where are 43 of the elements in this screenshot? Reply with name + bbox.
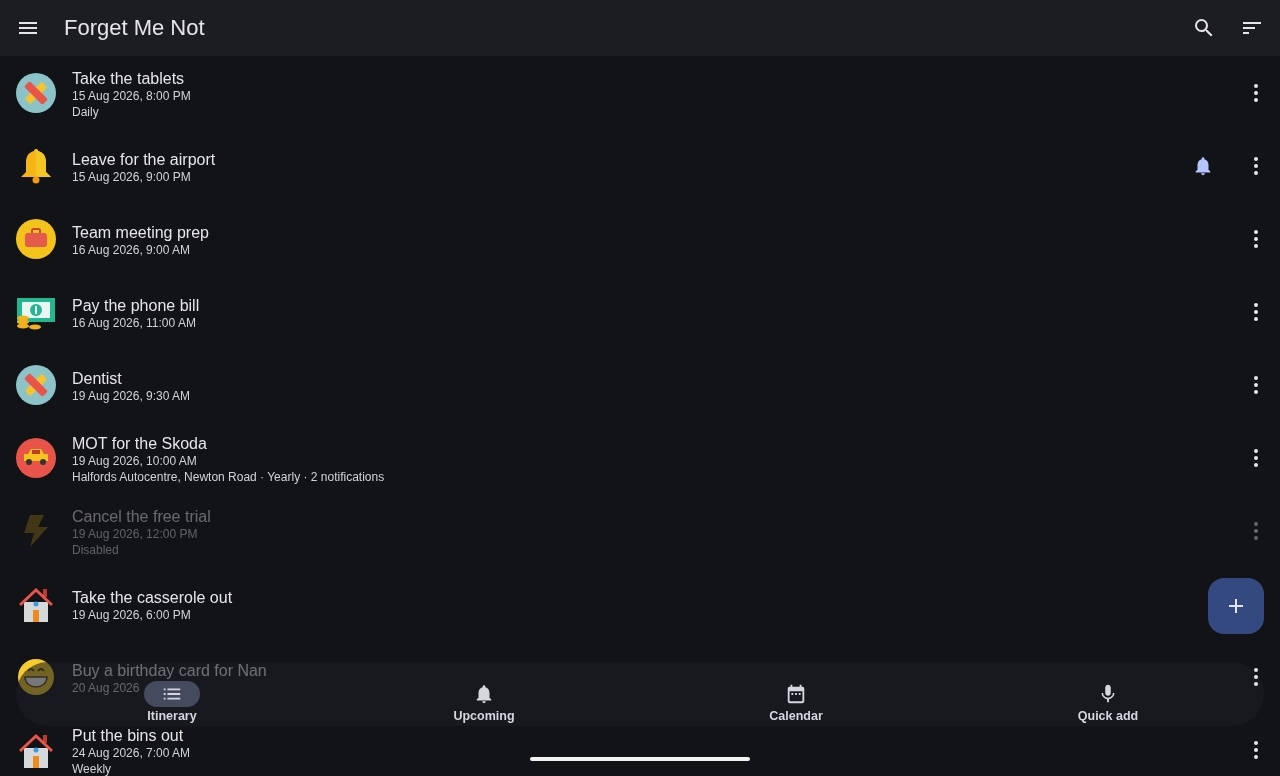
reminder-time: 19 Aug 2026, 9:30 AM [72, 388, 191, 404]
reminder-time: 16 Aug 2026, 11:00 AM [72, 315, 196, 331]
reminder-title: Take the casserole out [72, 588, 233, 607]
nav-tab[interactable]: Upcoming [453, 681, 515, 723]
more-icon [1254, 156, 1258, 175]
reminder-title: Put the bins out [72, 726, 184, 745]
reminder-time: 16 Aug 2026, 9:00 AM [72, 242, 191, 258]
bandage-icon [16, 364, 56, 405]
nav-tab[interactable]: Calendar [768, 681, 824, 723]
app-title: Forget Me Not [64, 15, 206, 41]
reminder-details: Halfords Autocentre, Newton Road · Yearly · 2 notifications [72, 469, 385, 485]
reminder-title: Dentist [72, 369, 122, 388]
reminder-time: 15 Aug 2026, 8:00 PM [72, 88, 191, 104]
reminder-title: Take the tablets [72, 69, 185, 88]
reminder-title: MOT for the Skoda [72, 434, 207, 453]
reminder-time: 24 Aug 2026, 7:00 AM [72, 745, 191, 761]
more-icon [1254, 83, 1258, 102]
calendar-icon [785, 683, 807, 705]
briefcase-icon [16, 218, 56, 259]
bandage-icon [16, 72, 56, 113]
reminder-title: Team meeting prep [72, 223, 209, 242]
more-icon [1254, 448, 1258, 467]
reminder-details: Weekly [72, 761, 112, 776]
more-icon [1254, 667, 1258, 686]
more-icon [1254, 740, 1258, 759]
more-icon [1254, 521, 1258, 540]
more-icon [1254, 229, 1258, 248]
car-icon [16, 437, 56, 478]
more-icon [1254, 375, 1258, 394]
reminder-title: Buy a birthday card for Nan [72, 661, 267, 680]
reminder-title: Pay the phone bill [72, 296, 200, 315]
reminder-title: Cancel the free trial [72, 507, 211, 526]
more-icon [1254, 302, 1258, 321]
grinning-face-icon [16, 656, 56, 697]
reminder-time: 19 Aug 2026, 10:00 AM [72, 453, 197, 469]
reminder-time: 20 Aug 2026 [72, 680, 140, 696]
reminder-title: Leave for the airport [72, 150, 216, 169]
nav-tab[interactable]: Quick add [1077, 681, 1139, 723]
reminder-time: 19 Aug 2026, 6:00 PM [72, 607, 191, 623]
reminder-details: Disabled [72, 542, 119, 558]
reminder-time: 19 Aug 2026, 12:00 PM [72, 526, 198, 542]
reminder-time: 15 Aug 2026, 9:00 PM [72, 169, 191, 185]
reminder-details: Daily [72, 104, 99, 120]
